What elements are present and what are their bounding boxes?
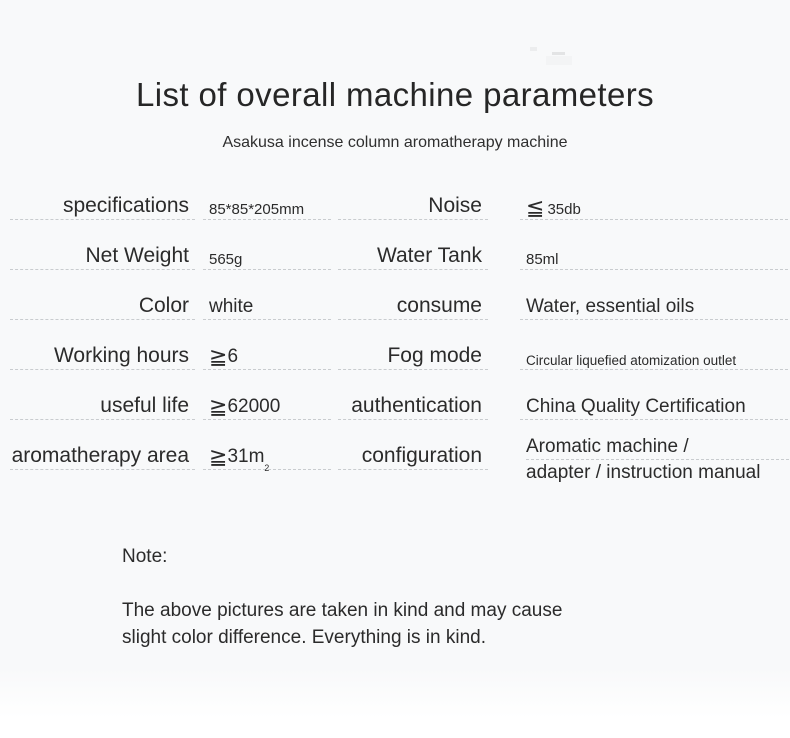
table-row: useful life ≧ 62000 authentication China … [0, 386, 790, 436]
spec-value-configuration-line2: adapter / instruction manual [526, 462, 761, 484]
spec-value-configuration: Aromatic machine / adapter / instruction… [520, 436, 790, 485]
table-row: Color white consume Water, essential oil… [0, 286, 790, 336]
less-than-or-equal-icon: ≦ [526, 195, 545, 220]
note-line-1: The above pictures are taken in kind and… [122, 600, 563, 621]
spec-label-consume: consume [338, 286, 488, 320]
greater-than-or-equal-icon: ≧ [209, 344, 228, 369]
note-line-2: slight color difference. Everything is i… [122, 626, 486, 648]
spec-label-color: Color [10, 286, 195, 320]
spec-label-noise: Noise [338, 186, 488, 220]
spec-label-aromatherapy-area: aromatherapy area [10, 436, 195, 470]
spec-label-authentication: authentication [338, 386, 488, 420]
spec-value-useful-life: ≧ 62000 [203, 386, 331, 420]
spec-value-net-weight: 565g [203, 236, 331, 270]
spec-value-aromatherapy-area-text: 31m [227, 446, 265, 467]
spec-value-working-hours-text: 6 [227, 346, 239, 367]
background-fade [0, 668, 790, 718]
spec-value-working-hours: ≧ 6 [203, 336, 331, 370]
spec-value-water-tank: 85ml [520, 236, 788, 270]
parameter-list-page: List of overall machine parameters Asaku… [0, 0, 790, 738]
specification-table: specifications 85*85*205mm Noise ≦ 35db N… [0, 186, 790, 486]
spec-label-specifications: specifications [10, 186, 195, 220]
spec-value-color: white [203, 286, 331, 320]
spec-label-useful-life: useful life [10, 386, 195, 420]
table-row: aromatherapy area ≧ 31m 2 configuration Ar… [0, 436, 790, 486]
page-title: List of overall machine parameters [136, 76, 654, 113]
spec-value-consume: Water, essential oils [520, 286, 788, 320]
spec-label-fog-mode: Fog mode [338, 336, 488, 370]
spec-value-noise-text: 35db [547, 201, 581, 218]
spec-value-specifications: 85*85*205mm [203, 186, 331, 220]
spec-value-noise: ≦ 35db [520, 186, 788, 220]
spec-value-aromatherapy-area: ≧ 31m 2 [203, 436, 331, 472]
greater-than-or-equal-icon: ≧ [209, 394, 228, 419]
table-row: specifications 85*85*205mm Noise ≦ 35db [0, 186, 790, 236]
table-row: Net Weight 565g Water Tank 85ml [0, 236, 790, 286]
page-subtitle: Asakusa incense column aromatherapy mach… [222, 134, 568, 151]
table-row: Working hours ≧ 6 Fog mode Circular lique… [0, 336, 790, 386]
greater-than-or-equal-icon: ≧ [209, 444, 228, 469]
watermark-artifact-icon [528, 44, 584, 66]
note-block: Note: The above pictures are taken in ki… [122, 546, 722, 652]
spec-label-net-weight: Net Weight [10, 236, 195, 270]
note-label: Note: [122, 546, 168, 567]
spec-value-authentication: China Quality Certification [520, 386, 788, 420]
spec-label-working-hours: Working hours [10, 336, 195, 370]
spec-value-fog-mode: Circular liquefied atomization outlet [520, 336, 788, 370]
spec-label-configuration: configuration [338, 436, 488, 470]
spec-value-configuration-line1: Aromatic machine / [526, 436, 790, 461]
spec-value-useful-life-text: 62000 [227, 396, 281, 417]
spec-label-water-tank: Water Tank [338, 236, 488, 270]
